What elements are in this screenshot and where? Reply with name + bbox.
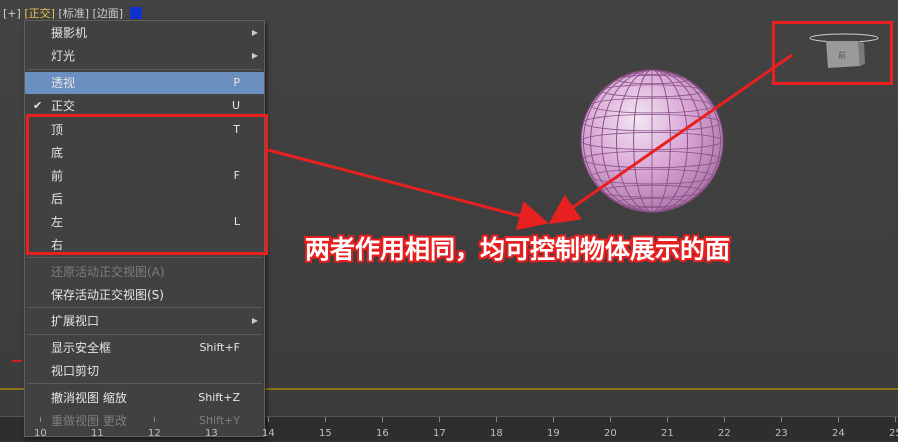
ruler-tick-label: 25 [889, 428, 898, 439]
menu-item-viewport-clipping[interactable]: 视口剪切 [25, 360, 264, 382]
ruler-tick-label: 17 [433, 428, 446, 439]
ruler-tick-label: 14 [262, 428, 275, 439]
ruler-tick-label: 18 [490, 428, 503, 439]
menu-item-label: 重做视图 更改 [51, 414, 127, 428]
menu-item-label: 还原活动正交视图(A) [51, 265, 165, 279]
ruler-tick [496, 417, 497, 422]
submenu-arrow-icon: ▶ [251, 316, 258, 325]
menu-item-shortcut: Shift+Z [198, 391, 240, 404]
menu-item-camera[interactable]: 摄影机 ▶ [25, 22, 264, 44]
menu-item-safe-frame[interactable]: 显示安全框 Shift+F [25, 337, 264, 359]
ruler-tick-label: 20 [604, 428, 617, 439]
sphere-object[interactable] [580, 69, 724, 213]
ruler-tick [382, 417, 383, 422]
menu-item-label: 视口剪切 [51, 364, 100, 378]
menu-item-restore-ortho[interactable]: 还原活动正交视图(A) [25, 261, 264, 283]
ruler-tick [553, 417, 554, 422]
ruler-tick-label: 19 [547, 428, 560, 439]
submenu-arrow-icon: ▶ [251, 51, 258, 60]
menu-item-label: 摄影机 [51, 26, 88, 40]
menu-item-label: 扩展视口 [51, 314, 100, 328]
menu-item-save-ortho[interactable]: 保存活动正交视图(S) [25, 284, 264, 306]
submenu-arrow-icon: ▶ [251, 28, 258, 37]
ruler-tick [895, 417, 896, 422]
view-items-highlight-box [26, 114, 268, 255]
menu-separator [27, 383, 262, 384]
menu-item-label: 撤消视图 缩放 [51, 391, 127, 405]
ruler-tick [838, 417, 839, 422]
ruler-tick-label: 15 [319, 428, 332, 439]
ruler-tick [610, 417, 611, 422]
menu-item-label: 透视 [51, 76, 76, 90]
ruler-tick-label: 21 [661, 428, 674, 439]
menu-item-lights[interactable]: 灯光 ▶ [25, 45, 264, 67]
menu-item-undo-view[interactable]: 撤消视图 缩放 Shift+Z [25, 387, 264, 409]
menu-item-shortcut: P [233, 76, 240, 89]
ruler-tick [154, 417, 155, 422]
ruler-tick-label: 24 [832, 428, 845, 439]
ruler-tick [667, 417, 668, 422]
menu-separator [27, 307, 262, 308]
ruler-tick [211, 417, 212, 422]
menu-item-extend-viewport[interactable]: 扩展视口 ▶ [25, 310, 264, 332]
ruler-tick-label: 23 [775, 428, 788, 439]
menu-item-redo-view[interactable]: 重做视图 更改 Shift+Y [25, 410, 264, 432]
ruler-tick [97, 417, 98, 422]
ruler-tick-label: 12 [148, 428, 161, 439]
ruler-tick-label: 10 [34, 428, 47, 439]
menu-separator [27, 69, 262, 70]
ruler-tick [40, 417, 41, 422]
ruler-tick-label: 13 [205, 428, 218, 439]
ruler-tick [724, 417, 725, 422]
ruler-tick-label: 16 [376, 428, 389, 439]
menu-item-label: 灯光 [51, 49, 76, 63]
ruler-tick [439, 417, 440, 422]
ruler-tick [325, 417, 326, 422]
menu-item-label: 显示安全框 [51, 341, 112, 355]
menu-separator [27, 334, 262, 335]
ruler-tick [268, 417, 269, 422]
viewcube-highlight-box [772, 21, 893, 85]
annotation-text: 两者作用相同，均可控制物体展示的面 [305, 235, 731, 264]
menu-separator [27, 257, 262, 258]
ruler-tick-label: 11 [91, 428, 104, 439]
ruler-tick [781, 417, 782, 422]
menu-item-shortcut: Shift+F [199, 341, 240, 354]
menu-item-perspective[interactable]: 透视 P [25, 72, 264, 94]
menu-item-label: 保存活动正交视图(S) [51, 288, 164, 302]
ruler-tick-label: 22 [718, 428, 731, 439]
